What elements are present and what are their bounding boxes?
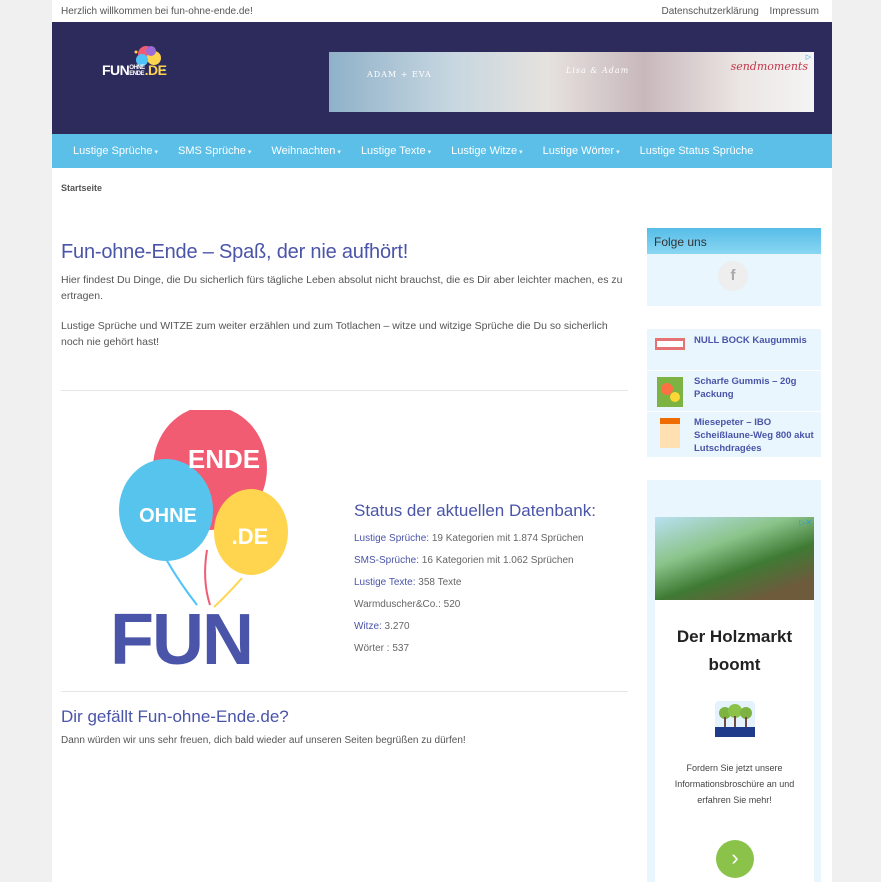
like-text: Dann würden wir uns sehr freuen, dich ba…: [61, 735, 466, 746]
stat-value: Wörter : 537: [354, 643, 410, 654]
facebook-icon[interactable]: f: [718, 261, 748, 291]
chevron-down-icon: ▾: [337, 149, 341, 156]
arrow-right-icon[interactable]: ›: [716, 840, 754, 878]
product-thumb-image: [660, 418, 680, 448]
site-logo[interactable]: FUNOHNE ENDE.DE: [102, 42, 174, 86]
ad-text-1: ADAM + EVA: [367, 70, 432, 79]
welcome-text: Herzlich willkommen bei fun-ohne-ende.de…: [61, 6, 253, 17]
page: Herzlich willkommen bei fun-ohne-ende.de…: [52, 0, 832, 882]
adchoices-icon[interactable]: ▷✕: [799, 518, 812, 527]
stat-row: Witze: 3.270: [354, 616, 584, 638]
fun-ohne-ende-logo: ENDE OHNE .DE FUN: [102, 406, 292, 680]
intro-paragraph-2: Lustige Sprüche und WITZE zum weiter erz…: [61, 320, 608, 348]
nav-item-weihnachten[interactable]: Weihnachten ▾: [271, 145, 341, 157]
nav-label: Lustige Wörter: [542, 145, 615, 157]
imprint-link[interactable]: Impressum: [770, 6, 819, 17]
chevron-down-icon: ▾: [427, 149, 432, 156]
like-title: Dir gefällt Fun-ohne-Ende.de?: [61, 707, 289, 726]
stat-link-sms[interactable]: SMS-Sprüche:: [354, 555, 419, 566]
page-title: Fun-ohne-Ende – Spaß, der nie aufhört!: [61, 241, 409, 263]
logo-de: .DE: [144, 62, 167, 78]
product-name: NULL BOCK Kaugummis: [694, 335, 807, 346]
trees-icon: [715, 701, 755, 737]
ad-headline: Der Holzmarkt boomt: [676, 627, 793, 674]
intro-paragraph-1: Hier findest Du Dinge, die Du sicherlich…: [61, 274, 623, 302]
product-widget: NULL BOCK Kaugummis Scharfe Gummis – 20g…: [647, 329, 821, 457]
stat-link-texte[interactable]: Lustige Texte:: [354, 577, 416, 588]
nav-item-lustige-sprueche[interactable]: Lustige Sprüche ▾: [73, 145, 158, 157]
chevron-down-icon: ▾: [616, 149, 620, 156]
divider: [647, 411, 821, 412]
ad-brand: sendmoments: [730, 60, 808, 73]
chevron-down-icon: ▾: [154, 149, 159, 156]
stat-row: Lustige Sprüche: 19 Kategorien mit 1.874…: [354, 528, 584, 550]
follow-title: Folge uns: [654, 235, 707, 249]
logo-text: FUNOHNE ENDE.DE: [102, 62, 167, 78]
stat-value: Warmduscher&Co.: 520: [354, 599, 461, 610]
stat-row: Warmduscher&Co.: 520: [354, 594, 584, 616]
topbar-links: Datenschutzerklärung Impressum: [653, 6, 819, 17]
forest-image: [655, 517, 814, 600]
product-thumb-image: [655, 338, 685, 350]
nav-item-lustige-texte[interactable]: Lustige Texte ▾: [361, 145, 431, 157]
nav-item-sms-sprueche[interactable]: SMS Sprüche ▾: [178, 145, 251, 157]
stat-value: 19 Kategorien mit 1.874 Sprüchen: [429, 533, 584, 544]
stat-value: 16 Kategorien mit 1.062 Sprüchen: [419, 555, 574, 566]
stat-link-witze[interactable]: Witze:: [354, 621, 382, 632]
stat-row: Wörter : 537: [354, 638, 584, 660]
nav-label: Lustige Status Sprüche: [639, 145, 754, 157]
nav-item-lustige-woerter[interactable]: Lustige Wörter ▾: [543, 145, 620, 157]
nav-label: SMS Sprüche: [178, 145, 246, 157]
topbar: Herzlich willkommen bei fun-ohne-ende.de…: [52, 0, 832, 22]
main-nav: Lustige Sprüche ▾ SMS Sprüche ▾ Weihnachte…: [52, 134, 832, 168]
divider: [61, 691, 628, 692]
stat-value: 358 Texte: [415, 577, 462, 588]
product-item[interactable]: Miesepeter – IBO Scheißlaune-Weg 800 aku…: [652, 416, 817, 456]
ad-text-2: Lisa & Adam: [566, 66, 630, 75]
stat-link-sprueche[interactable]: Lustige Sprüche:: [354, 533, 429, 544]
sidebar-ad-container: ▷✕ Der Holzmarkt boomt Fordern Sie jetzt…: [647, 480, 821, 882]
follow-header: Folge uns: [647, 228, 821, 254]
chevron-down-icon: ▾: [519, 149, 523, 156]
stats-list: Lustige Sprüche: 19 Kategorien mit 1.874…: [354, 528, 584, 660]
logo-ohne-ende: OHNE ENDE: [129, 65, 145, 78]
nav-item-lustige-status-sprueche[interactable]: Lustige Status Sprüche: [640, 145, 754, 157]
logo-fun: FUN: [102, 62, 130, 78]
product-item[interactable]: Scharfe Gummis – 20g Packung: [652, 375, 817, 411]
balloon-ende-text: ENDE: [188, 444, 260, 474]
nav-label: Lustige Texte: [360, 145, 426, 157]
balloon-de-text: .DE: [232, 524, 269, 549]
header-ad-banner[interactable]: ADAM + EVA Lisa & Adam sendmoments ▷: [329, 52, 814, 112]
adchoices-icon[interactable]: ▷: [804, 53, 813, 62]
nav-label: Weihnachten: [271, 145, 336, 157]
site-header: FUNOHNE ENDE.DE ADAM + EVA Lisa & Adam se…: [52, 22, 832, 134]
logo-ende: ENDE: [129, 71, 144, 78]
divider: [647, 370, 821, 371]
privacy-link[interactable]: Datenschutzerklärung: [661, 6, 758, 17]
ad-body: Fordern Sie jetzt unsere Informationsbro…: [674, 763, 795, 805]
breadcrumb[interactable]: Startseite: [61, 183, 102, 193]
stats-title: Status der aktuellen Datenbank:: [354, 501, 596, 520]
nav-item-lustige-witze[interactable]: Lustige Witze ▾: [451, 145, 523, 157]
balloons-illustration: ENDE OHNE .DE FUN: [110, 406, 288, 680]
product-name: Scharfe Gummis – 20g Packung: [694, 376, 797, 400]
product-name: Miesepeter – IBO Scheißlaune-Weg 800 aku…: [694, 417, 814, 454]
nav-label: Lustige Witze: [451, 145, 518, 157]
stat-row: Lustige Texte: 358 Texte: [354, 572, 584, 594]
sidebar-ad[interactable]: ▷✕ Der Holzmarkt boomt Fordern Sie jetzt…: [655, 517, 814, 882]
nav-label: Lustige Sprüche: [73, 145, 153, 157]
product-thumb-image: [657, 377, 683, 407]
stat-row: SMS-Sprüche: 16 Kategorien mit 1.062 Spr…: [354, 550, 584, 572]
balloon-ohne-text: OHNE: [139, 505, 197, 527]
follow-widget: Folge uns f: [647, 228, 821, 306]
chevron-down-icon: ▾: [247, 149, 252, 156]
product-item[interactable]: NULL BOCK Kaugummis: [652, 334, 817, 370]
divider: [61, 390, 628, 391]
fun-text: FUN: [110, 600, 252, 670]
stat-value: 3.270: [381, 621, 410, 632]
